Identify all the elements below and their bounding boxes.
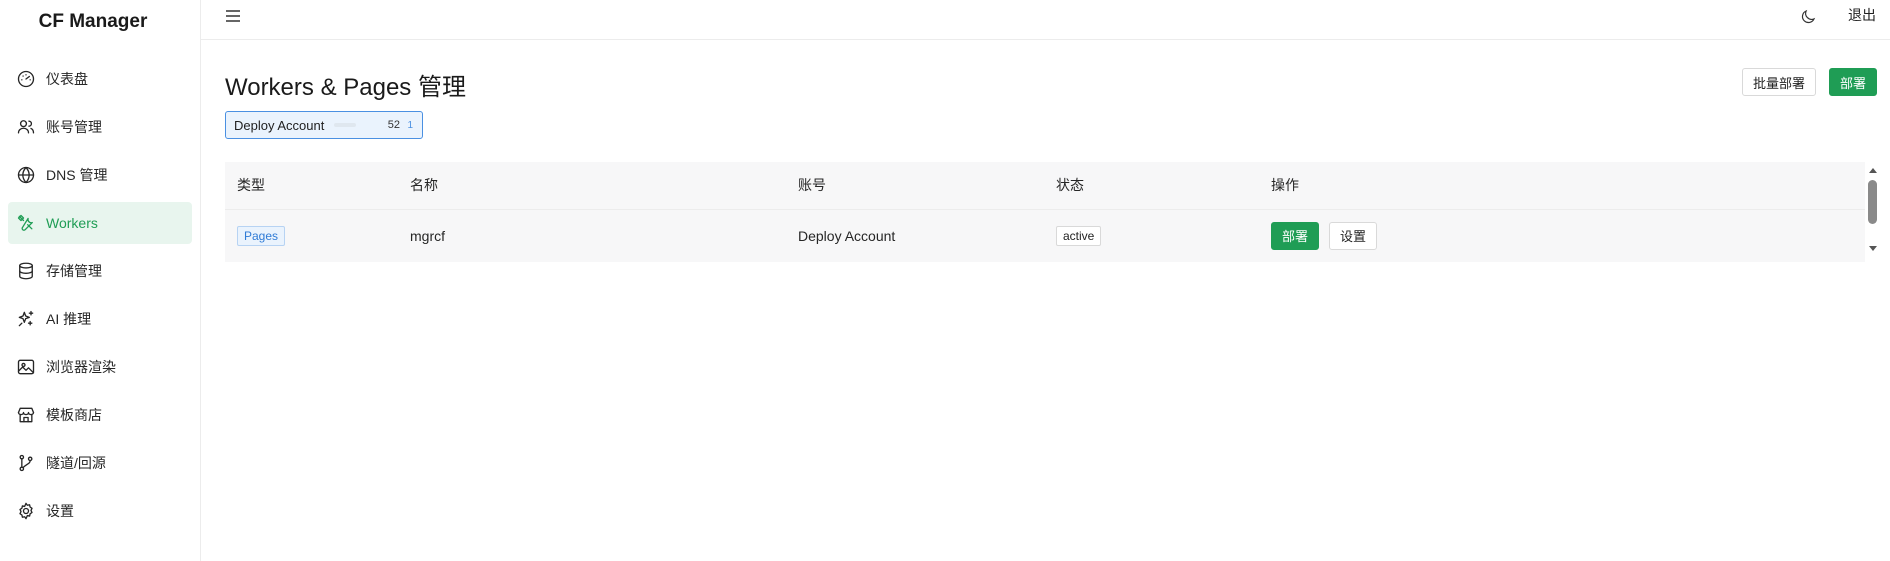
scroll-down-arrow-icon[interactable] xyxy=(1869,246,1877,251)
menu-icon[interactable] xyxy=(225,9,243,23)
row-deploy-button[interactable]: 部署 xyxy=(1271,221,1320,250)
sidebar-item-ai[interactable]: AI 推理 xyxy=(8,298,192,340)
gear-icon xyxy=(15,500,37,522)
table-header-row: 类型 名称 账号 状态 操作 xyxy=(225,162,1865,209)
status-badge: active xyxy=(1056,225,1102,246)
sidebar-item-label: 账号管理 xyxy=(46,119,102,135)
deploy-button[interactable]: 部署 xyxy=(1828,68,1877,96)
dashboard-icon xyxy=(15,68,37,90)
sidebar-item-dns[interactable]: DNS 管理 xyxy=(8,154,192,196)
sidebar-item-dashboard[interactable]: 仪表盘 xyxy=(8,58,192,100)
sidebar-item-label: 存储管理 xyxy=(46,263,102,279)
branch-icon xyxy=(15,452,37,474)
page-title: Workers & Pages 管理 xyxy=(225,74,466,101)
sidebar-item-settings[interactable]: 设置 xyxy=(8,490,192,532)
scrollbar-thumb[interactable] xyxy=(1868,180,1877,224)
sidebar-item-tunnel[interactable]: 隧道/回源 xyxy=(8,442,192,484)
sidebar-item-workers[interactable]: Workers xyxy=(8,202,192,244)
account-chip-name: Deploy Account xyxy=(234,117,325,133)
sidebar-item-template-store[interactable]: 模板商店 xyxy=(8,394,192,436)
row-actions: 部署 设置 xyxy=(1271,221,1865,250)
workers-table: 类型 名称 账号 状态 操作 Pages mgrcf Deploy Accoun… xyxy=(225,162,1865,262)
row-settings-button[interactable]: 设置 xyxy=(1329,221,1378,250)
sidebar-item-label: 设置 xyxy=(46,503,74,519)
globe-icon xyxy=(15,164,37,186)
sidebar: CF Manager 仪表盘 账号管理 DNS 管理 Workers 存储管理 … xyxy=(0,0,201,561)
topbar: 退出 xyxy=(201,0,1890,40)
column-header-type: 类型 xyxy=(237,177,265,194)
logout-button[interactable]: 退出 xyxy=(1848,5,1876,25)
column-header-status: 状态 xyxy=(1056,177,1084,194)
column-header-actions: 操作 xyxy=(1271,177,1299,194)
column-header-account: 账号 xyxy=(798,177,826,194)
sidebar-item-label: AI 推理 xyxy=(46,311,92,327)
table-scrollbar[interactable] xyxy=(1865,162,1883,254)
table-row: Pages mgrcf Deploy Account active 部署 设置 xyxy=(225,209,1865,262)
sidebar-item-label: DNS 管理 xyxy=(46,167,108,183)
app-title: CF Manager xyxy=(38,11,148,32)
sidebar-item-label: 仪表盘 xyxy=(46,71,88,87)
account-filter-chip[interactable]: Deploy Account 52 1 xyxy=(225,111,423,139)
sidebar-nav: 仪表盘 账号管理 DNS 管理 Workers 存储管理 AI 推理 浏览器渲染… xyxy=(0,58,200,532)
sidebar-item-label: 模板商店 xyxy=(46,407,102,423)
account-chip-count: 52 xyxy=(387,119,400,131)
sidebar-item-accounts[interactable]: 账号管理 xyxy=(8,106,192,148)
sidebar-item-browser-render[interactable]: 浏览器渲染 xyxy=(8,346,192,388)
scroll-up-arrow-icon[interactable] xyxy=(1869,168,1877,173)
users-icon xyxy=(15,116,37,138)
sidebar-item-label: 浏览器渲染 xyxy=(46,359,116,375)
page-actions: 批量部署 部署 xyxy=(1741,68,1877,96)
sparkles-icon xyxy=(15,308,37,330)
type-tag: Pages xyxy=(237,225,286,246)
account-chip-bar xyxy=(334,123,357,127)
column-header-name: 名称 xyxy=(410,177,438,194)
sidebar-item-storage[interactable]: 存储管理 xyxy=(8,250,192,292)
store-icon xyxy=(15,404,37,426)
sidebar-item-label: Workers xyxy=(46,215,98,231)
image-icon xyxy=(15,356,37,378)
tools-icon xyxy=(15,212,37,234)
batch-deploy-button[interactable]: 批量部署 xyxy=(1741,68,1816,96)
moon-icon[interactable] xyxy=(1797,6,1819,28)
sidebar-item-label: 隧道/回源 xyxy=(46,455,106,471)
account-chip-sub: 1 xyxy=(407,119,413,131)
database-icon xyxy=(15,260,37,282)
project-account: Deploy Account xyxy=(798,227,896,244)
project-name: mgrcf xyxy=(410,227,445,244)
